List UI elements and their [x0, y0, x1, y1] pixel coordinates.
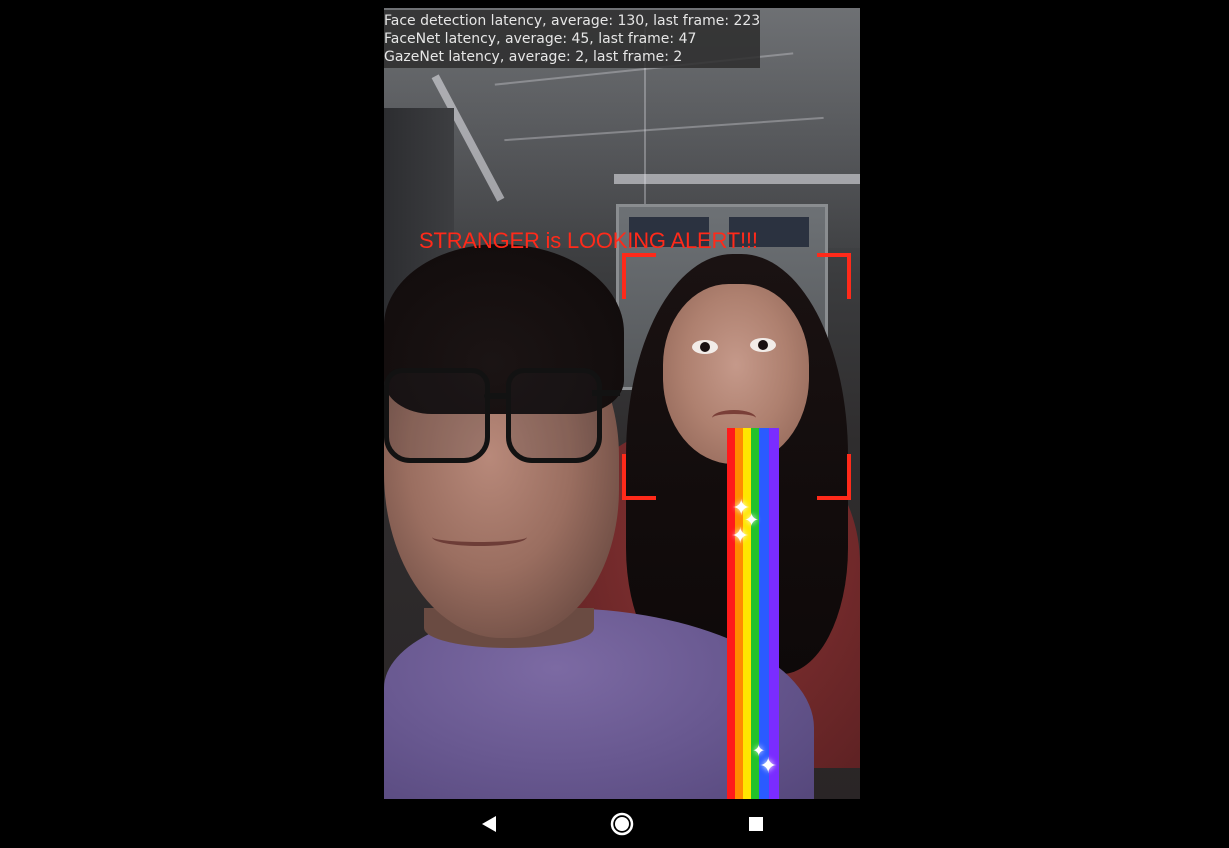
rainbow-band-yellow: [743, 428, 751, 799]
gazenet-latency: GazeNet latency, average: 2, last frame:…: [384, 49, 683, 65]
glasses-right-lens: [506, 368, 602, 463]
bracket-bottom-left: [622, 454, 656, 500]
camera-preview: [384, 8, 860, 799]
stranger-alert-text: STRANGER is LOOKING ALERT!!!: [419, 228, 758, 253]
home-button[interactable]: [592, 799, 652, 848]
back-button[interactable]: [459, 799, 519, 848]
facenet-latency: FaceNet latency, average: 45, last frame…: [384, 31, 697, 47]
sparkle-icon: ✦: [759, 754, 778, 779]
woman-right-eye: [750, 338, 776, 352]
rainbow-band-violet: [769, 428, 779, 799]
woman-left-eye: [692, 340, 718, 354]
recents-square-icon: [749, 816, 763, 831]
face-detection-latency: Face detection latency, average: 130, la…: [384, 13, 761, 29]
rainbow-band-red: [727, 428, 735, 799]
back-triangle-icon: [482, 815, 496, 832]
navigation-bar: [384, 799, 860, 848]
recents-button[interactable]: [726, 799, 786, 848]
bracket-top-right: [817, 253, 851, 299]
man-mouth: [432, 528, 527, 546]
bracket-bottom-right: [817, 454, 851, 500]
sparkle-icon: ✦: [731, 524, 750, 549]
gaze-rainbow-beam: ✦ ✦ ✦ ✦ ✦: [727, 428, 779, 799]
bracket-top-left: [622, 253, 656, 299]
glasses-bridge: [484, 393, 508, 399]
screen: Face detection latency, average: 130, la…: [0, 0, 1229, 848]
woman-mouth: [712, 410, 756, 426]
latency-panel: Face detection latency, average: 130, la…: [384, 10, 760, 68]
glasses-left-lens: [384, 368, 490, 463]
rainbow-band-orange: [735, 428, 743, 799]
home-circle-icon: [610, 812, 634, 835]
ceiling-light: [614, 174, 860, 184]
glasses-arm: [592, 390, 620, 396]
